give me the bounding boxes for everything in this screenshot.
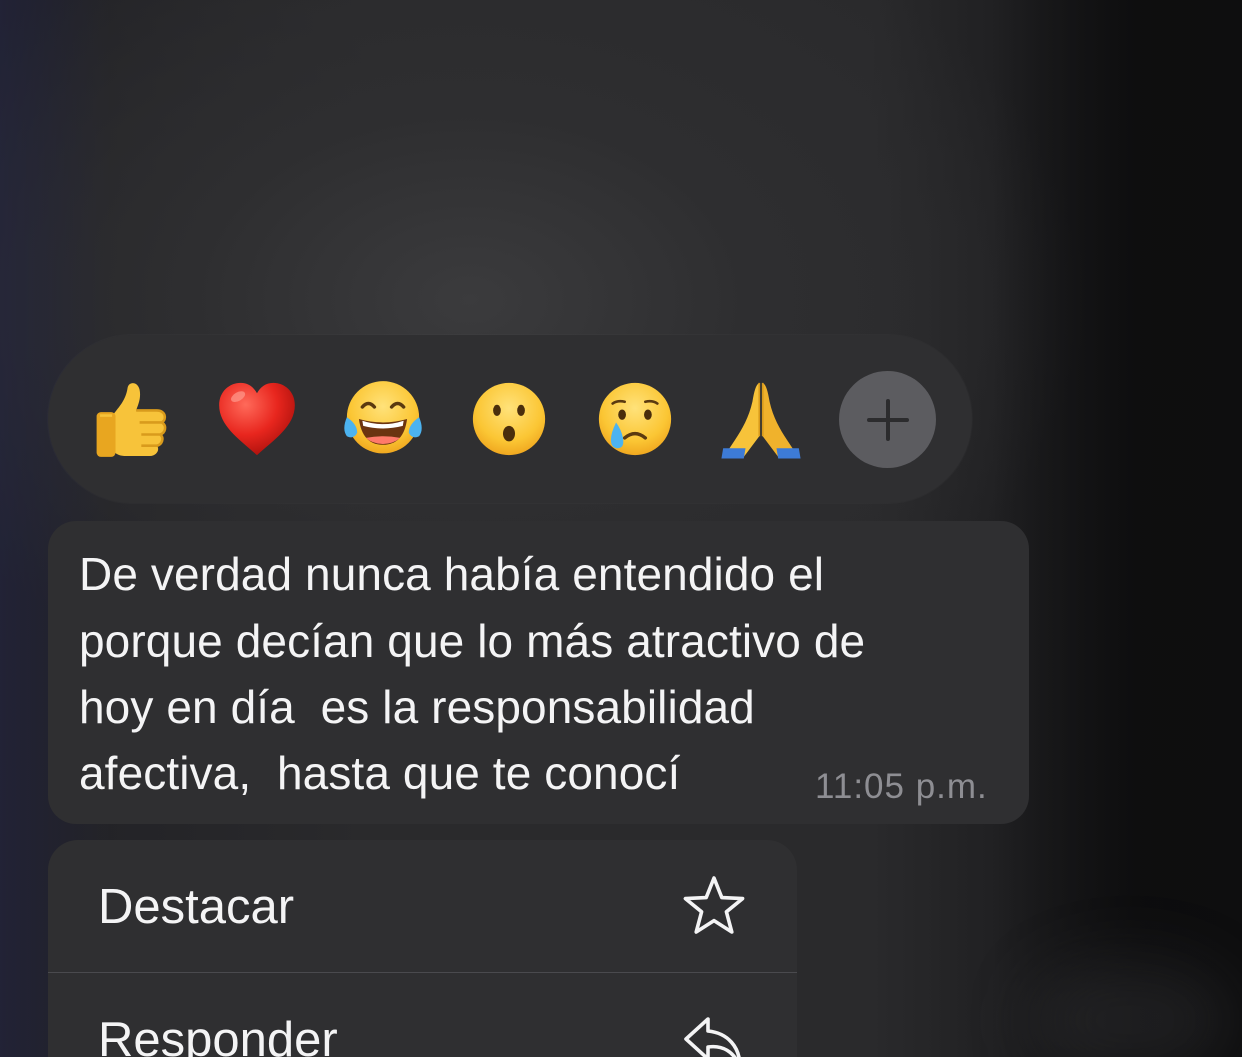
menu-item-destacar[interactable]: Destacar [48,840,797,972]
message-context-menu: Destacar Responder [48,840,797,1057]
reaction-open-mouth[interactable] [466,376,552,462]
crying-face-emoji-icon [598,382,672,456]
menu-item-label: Destacar [98,880,295,934]
reply-icon [684,1017,741,1057]
reaction-heart[interactable] [214,376,300,462]
face-with-tears-of-joy-emoji-icon [344,381,422,454]
menu-item-responder[interactable]: Responder [48,973,797,1057]
face-with-open-mouth-emoji-icon [472,382,546,456]
message-bubble[interactable]: De verdad nunca había entendido el porqu… [48,521,1029,824]
folded-hands-emoji-icon [721,382,801,459]
message-timestamp: 11:05 p.m. [815,767,988,806]
add-reaction-button[interactable] [839,371,936,468]
thumbs-up-emoji-icon [96,383,167,457]
reaction-bar [48,335,972,503]
reaction-crying[interactable] [592,376,678,462]
chat-screen: De verdad nunca había entendido el porqu… [0,0,1242,1057]
menu-item-label: Responder [98,1013,338,1057]
reaction-tears-of-joy[interactable] [340,376,426,462]
message-text-line: afectiva, hasta que te conocí [79,747,681,799]
message-text-line: hoy en día es la responsabilidad [79,681,755,733]
plus-icon [866,398,909,441]
star-icon [683,876,745,934]
red-heart-emoji-icon [219,382,295,456]
background-blur [992,0,1242,1057]
message-text-line: porque decían que lo más atractivo de [79,615,866,667]
reaction-folded-hands[interactable] [718,376,804,462]
message-text-line: De verdad nunca había entendido el [79,548,825,600]
reaction-thumbs-up[interactable] [88,376,174,462]
